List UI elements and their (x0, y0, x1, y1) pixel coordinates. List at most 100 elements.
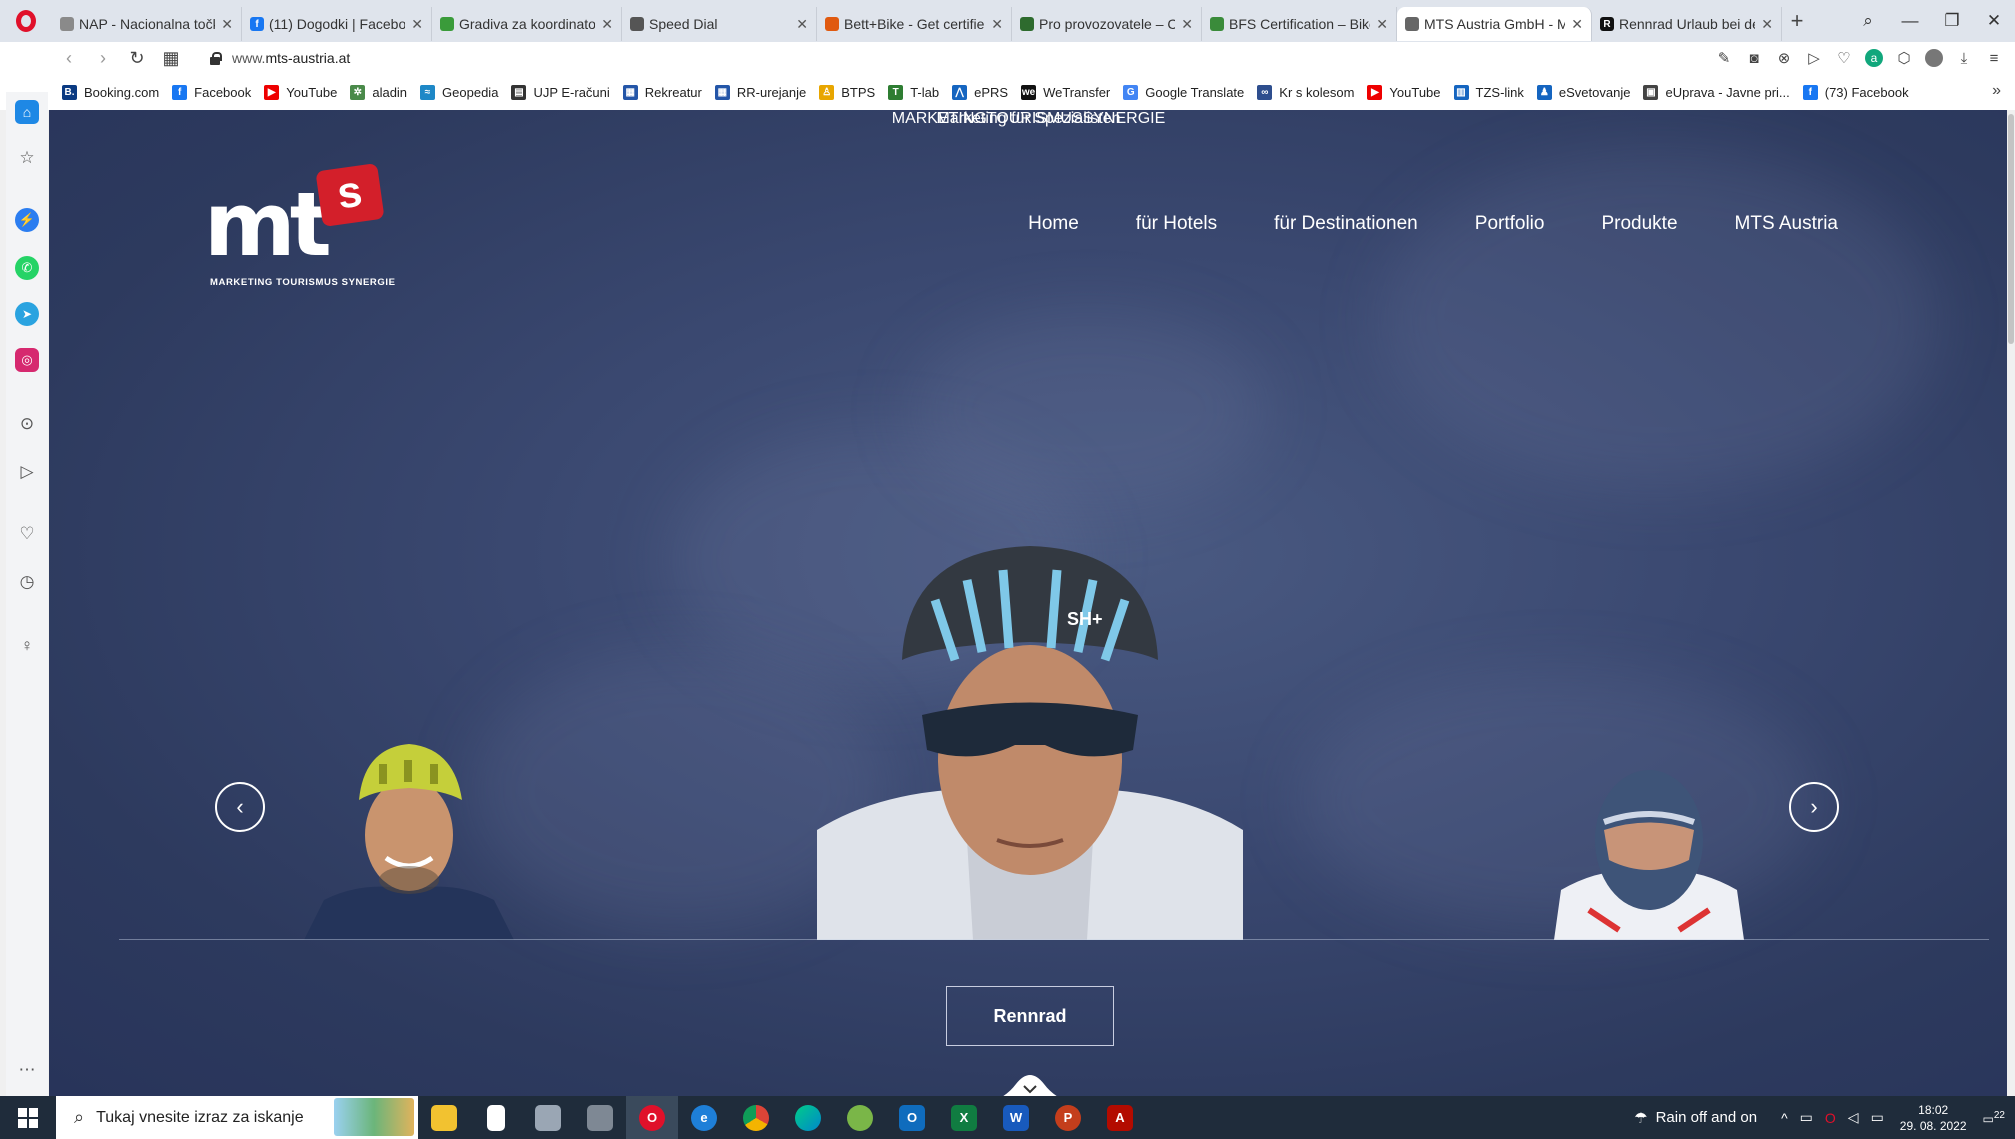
lock-icon[interactable] (208, 51, 222, 65)
messenger-icon[interactable]: ⚡ (15, 208, 39, 232)
close-tab-icon[interactable]: ✕ (1761, 16, 1773, 33)
adblock-icon[interactable]: ⊗ (1769, 49, 1799, 67)
instagram-icon[interactable]: ◎ (15, 348, 39, 372)
taskbar-outlook[interactable]: O (886, 1096, 938, 1139)
slide-category-button[interactable]: Rennrad (946, 986, 1114, 1046)
taskbar-app-3[interactable] (522, 1096, 574, 1139)
taskbar-search-box[interactable]: ⌕ Tukaj vnesite izraz za iskanje (56, 1096, 418, 1139)
taskbar-app-9[interactable] (834, 1096, 886, 1139)
nav-produkte[interactable]: Produkte (1601, 213, 1677, 235)
browser-tab[interactable]: f (11) Dogodki | Facebook ✕ (242, 7, 432, 41)
browser-tab[interactable]: Speed Dial ✕ (622, 7, 817, 41)
snapshot-icon[interactable]: ◙ (1739, 50, 1769, 67)
send-icon[interactable]: ▷ (15, 460, 39, 484)
site-logo[interactable]: mt s MARKETING TOURISMUS SYNERGIE (204, 162, 395, 288)
bookmark-item[interactable]: ▣ eUprava - Javne pri... (1643, 84, 1790, 100)
nav-home[interactable]: Home (1028, 213, 1079, 235)
more-bookmarks-icon[interactable]: » (1992, 82, 2001, 100)
history-icon[interactable]: ◷ (15, 570, 39, 594)
nav-fur-destinationen[interactable]: für Destinationen (1274, 213, 1418, 235)
heart-icon[interactable]: ♡ (1829, 49, 1859, 67)
close-tab-icon[interactable]: ✕ (1376, 16, 1388, 33)
nav-mts-austria[interactable]: MTS Austria (1735, 213, 1838, 235)
bookmark-item[interactable]: we WeTransfer (1021, 84, 1110, 100)
telegram-icon[interactable]: ➤ (15, 302, 39, 326)
cube-icon[interactable]: ⬡ (1889, 49, 1919, 67)
nav-portfolio[interactable]: Portfolio (1475, 213, 1545, 235)
tabs-grid-button[interactable]: ▦ (154, 48, 188, 69)
bookmark-item[interactable]: f Facebook (172, 84, 251, 100)
close-tab-icon[interactable]: ✕ (1571, 16, 1583, 33)
forward-button[interactable]: › (86, 48, 120, 69)
reload-button[interactable]: ↻ (120, 48, 154, 69)
nav-fur-hotels[interactable]: für Hotels (1136, 213, 1217, 235)
taskbar-notepad[interactable] (470, 1096, 522, 1139)
extension-icon[interactable]: a (1865, 49, 1883, 67)
browser-tab[interactable]: MTS Austria GmbH - Ma ✕ (1397, 7, 1592, 41)
bookmark-item[interactable]: f (73) Facebook (1802, 84, 1909, 100)
minimize-button[interactable]: — (1889, 11, 1931, 31)
whatsapp-icon[interactable]: ✆ (15, 256, 39, 280)
bookmark-item[interactable]: ▶ YouTube (1367, 84, 1441, 100)
edit-icon[interactable]: ✎ (1709, 49, 1739, 67)
download-icon[interactable]: ⤓ (1949, 50, 1979, 67)
bookmark-item[interactable]: B. Booking.com (62, 84, 159, 100)
browser-tab[interactable]: Gradiva za koordinatorje ✕ (432, 7, 622, 41)
browser-tab[interactable]: NAP - Nacionalna točka ✕ (52, 7, 242, 41)
volume-icon[interactable]: ◁ (1848, 1109, 1859, 1126)
close-tab-icon[interactable]: ✕ (991, 16, 1003, 33)
taskbar-excel[interactable]: X (938, 1096, 990, 1139)
browser-tab[interactable]: Bett+Bike - Get certified ✕ (817, 7, 1012, 41)
close-tab-icon[interactable]: ✕ (796, 16, 808, 33)
close-tab-icon[interactable]: ✕ (411, 16, 423, 33)
easy-setup-icon[interactable]: ≡ (1979, 50, 2009, 67)
taskbar-internet-explorer[interactable]: e (678, 1096, 730, 1139)
restore-button[interactable]: ❐ (1931, 11, 1973, 31)
taskbar-chrome[interactable] (730, 1096, 782, 1139)
close-tab-icon[interactable]: ✕ (601, 16, 613, 33)
bookmark-item[interactable]: ✲ aladin (350, 84, 407, 100)
bookmark-item[interactable]: ▤ UJP E-računi (511, 84, 610, 100)
weather-widget[interactable]: ☂ Rain off and on (1634, 1109, 1757, 1127)
bookmark-item[interactable]: ♙ BTPS (819, 84, 875, 100)
bookmark-item[interactable]: ▦ Rekreatur (622, 84, 702, 100)
opera-menu-button[interactable] (0, 0, 52, 42)
more-icon[interactable]: ⋯ (15, 1058, 39, 1082)
browser-tab[interactable]: BFS Certification – Bike F ✕ (1202, 7, 1397, 41)
taskbar-word[interactable]: W (990, 1096, 1042, 1139)
network-icon[interactable]: ▭ (1871, 1109, 1884, 1126)
bookmark-item[interactable]: ▶ YouTube (264, 84, 337, 100)
clock[interactable]: 18:02 29. 08. 2022 (1900, 1102, 1967, 1134)
scrollbar-thumb[interactable] (2008, 114, 2014, 344)
scroll-down-button[interactable] (971, 1066, 1089, 1096)
bookmark-item[interactable]: ▥ TZS-link (1453, 84, 1524, 100)
send-icon[interactable]: ▷ (1799, 49, 1829, 67)
star-icon[interactable]: ☆ (15, 146, 39, 170)
bookmark-item[interactable]: ⋀ ePRS (952, 84, 1008, 100)
taskbar-opera[interactable]: O (626, 1096, 678, 1139)
bulb-icon[interactable]: ♀ (15, 634, 39, 658)
chevron-up-icon[interactable]: ^ (1781, 1110, 1788, 1126)
player-icon[interactable]: ⊙ (15, 412, 39, 436)
start-button[interactable] (0, 1107, 56, 1128)
bookmark-item[interactable]: ≈ Geopedia (420, 84, 498, 100)
back-button[interactable]: ‹ (52, 48, 86, 69)
battery-icon[interactable]: ▭ (1800, 1109, 1813, 1126)
bookmark-item[interactable]: ∞ Kr s kolesom (1257, 84, 1354, 100)
new-tab-button[interactable]: + (1782, 8, 1812, 34)
home-icon[interactable]: ⌂ (15, 100, 39, 124)
heart-icon[interactable]: ♡ (15, 522, 39, 546)
taskbar-app-4[interactable] (574, 1096, 626, 1139)
taskbar-powerpoint[interactable]: P (1042, 1096, 1094, 1139)
taskbar-edge[interactable] (782, 1096, 834, 1139)
bookmark-item[interactable]: T T-lab (888, 84, 939, 100)
close-tab-icon[interactable]: ✕ (1181, 16, 1193, 33)
profile-avatar[interactable] (1925, 49, 1943, 67)
bookmark-item[interactable]: ♟ eSvetovanje (1536, 84, 1630, 100)
bookmark-item[interactable]: G Google Translate (1123, 84, 1244, 100)
opera-tray-icon[interactable]: O (1825, 1110, 1836, 1126)
taskbar-file-explorer[interactable] (418, 1096, 470, 1139)
browser-tab[interactable]: Pro provozovatele – Cyk ✕ (1012, 7, 1202, 41)
notifications-icon[interactable]: ▭22 (1983, 1110, 2005, 1126)
page-scrollbar[interactable] (2007, 110, 2015, 1096)
